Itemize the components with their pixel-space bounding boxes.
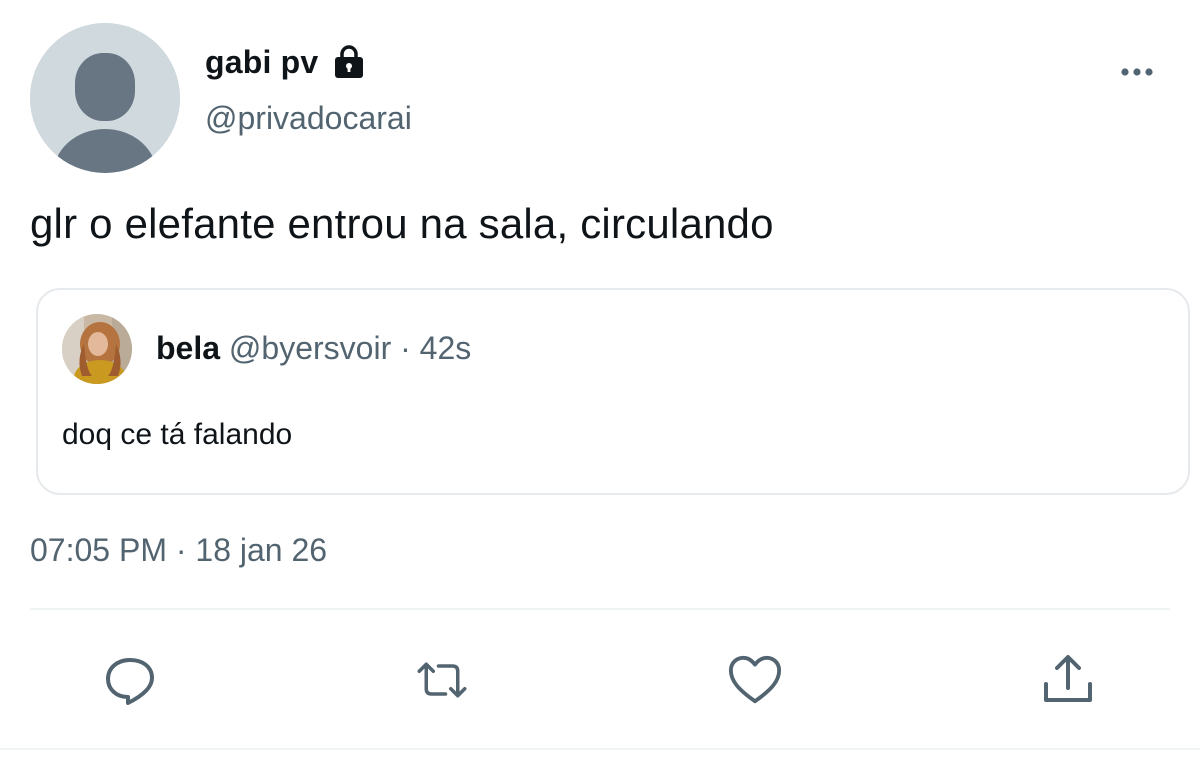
author-avatar[interactable]: [30, 23, 180, 173]
tweet-timestamp[interactable]: 07:05 PM · 18 jan 26: [30, 532, 327, 569]
retweet-button[interactable]: [414, 652, 470, 708]
divider: [30, 608, 1170, 610]
like-button[interactable]: [727, 652, 783, 708]
quoted-handle: @byersvoir: [228, 330, 392, 366]
quoted-author-avatar: [62, 314, 132, 384]
author-handle[interactable]: @privadocarai: [205, 100, 412, 137]
retweet-icon: [417, 662, 467, 698]
more-options-icon[interactable]: [1116, 60, 1160, 84]
author-name-row: gabi pv: [205, 40, 366, 84]
reply-button[interactable]: [102, 652, 158, 708]
tweet-text: glr o elefante entrou na sala, circuland…: [30, 200, 774, 247]
default-avatar-icon: [30, 23, 180, 173]
reply-icon: [106, 658, 154, 705]
author-display-name[interactable]: gabi pv: [205, 44, 318, 81]
tweet-detail: gabi pv @privadocarai glr o elefante ent…: [0, 0, 1200, 768]
quoted-time: 42s: [419, 330, 472, 366]
share-button[interactable]: [1040, 652, 1096, 708]
quoted-tweet-text: doq ce tá falando: [62, 418, 293, 451]
quoted-separator: ·: [400, 330, 411, 366]
quoted-tweet-header: bela @byersvoir · 42s: [156, 330, 471, 367]
quoted-display-name: bela: [156, 330, 221, 366]
share-icon: [1044, 655, 1092, 702]
lock-icon: [332, 44, 366, 80]
bottom-divider: [0, 748, 1200, 750]
quoted-tweet-card[interactable]: bela @byersvoir · 42s doq ce tá falando: [36, 288, 1190, 495]
heart-icon: [728, 655, 782, 704]
